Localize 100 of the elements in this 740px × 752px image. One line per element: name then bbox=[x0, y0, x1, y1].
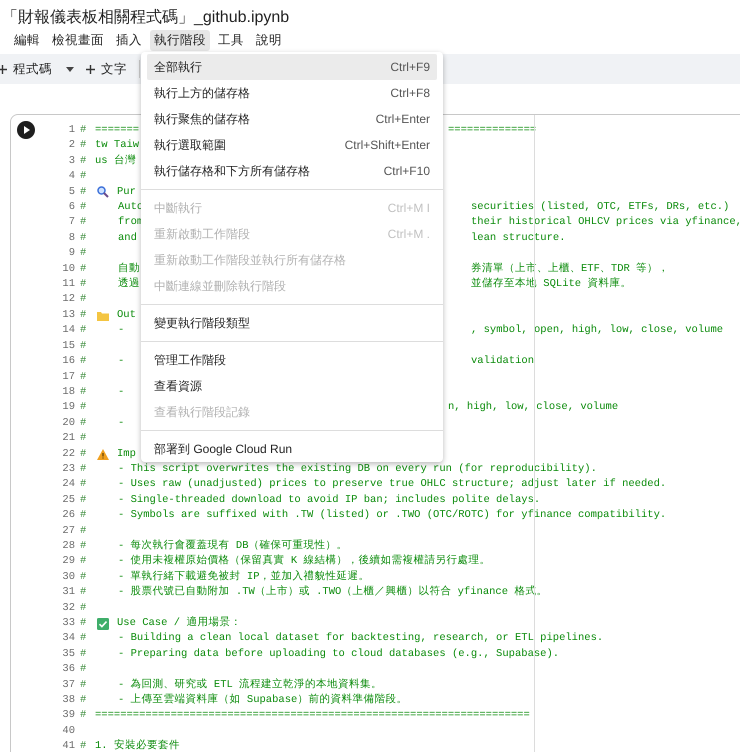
code-comment: - 為回測、研究或 ETL 流程建立乾淨的本地資料集。 bbox=[118, 678, 382, 693]
code-comment: - 單執行緒下載避免被封 IP，並加入禮貌性延遲。 bbox=[118, 570, 370, 585]
code-comment: - 每次執行會覆蓋現有 DB（確保可重現性）。 bbox=[118, 538, 348, 554]
shortcut-label: Ctrl+M . bbox=[388, 227, 430, 241]
line-number: 16 bbox=[61, 354, 75, 370]
code-comment: - bbox=[118, 354, 124, 370]
line-number: 1 bbox=[68, 123, 75, 138]
line-number: 39 bbox=[61, 708, 75, 724]
line-number: 10 bbox=[61, 262, 75, 277]
menu-item[interactable]: 查看資源 bbox=[147, 373, 437, 399]
code-comment: n, high, low, close, volume bbox=[448, 400, 618, 416]
menu-bar-item[interactable]: 工具 bbox=[214, 30, 248, 50]
line-number: 25 bbox=[61, 492, 75, 508]
run-button[interactable] bbox=[17, 121, 35, 139]
line-number: 18 bbox=[61, 384, 75, 400]
code-comment: and bbox=[118, 230, 137, 246]
caret-icon[interactable] bbox=[66, 66, 74, 72]
code-comment: - Symbols are suffixed with .TW (listed) or .TWO (OTC/ROTC) for yfinance compatibility. bbox=[118, 508, 666, 524]
comment-mark: # bbox=[80, 278, 86, 290]
code-comment: - bbox=[118, 416, 124, 431]
shortcut-label: Ctrl+F10 bbox=[384, 164, 430, 178]
menu-item[interactable]: 部署到 Google Cloud Run bbox=[147, 436, 437, 462]
comment-mark: # bbox=[80, 308, 86, 321]
menu-item-label: 執行上方的儲存格 bbox=[154, 84, 250, 102]
comment-mark: # bbox=[80, 355, 86, 368]
menu-item-label: 重新啟動工作階段並執行所有儲存格 bbox=[154, 252, 346, 268]
code-comment: Use Case / 適用場景： bbox=[117, 616, 242, 631]
plus-icon bbox=[0, 64, 7, 74]
line-number: 15 bbox=[61, 338, 75, 354]
check-box-icon bbox=[97, 618, 109, 630]
comment-mark: # bbox=[80, 324, 86, 336]
menu-item-label: 變更執行階段類型 bbox=[154, 314, 250, 332]
menu-item-label: 部署到 Google Cloud Run bbox=[154, 440, 292, 458]
comment-mark: # bbox=[80, 401, 86, 414]
code-comment: ======= bbox=[95, 123, 140, 138]
code-comment: validation bbox=[471, 354, 534, 370]
code-comment: securities (listed, OTC, ETFs, DRs, etc.) bbox=[471, 200, 730, 216]
menu-bar-item[interactable]: 執行階段 bbox=[150, 30, 210, 50]
line-number: 24 bbox=[61, 477, 75, 492]
line-number: 26 bbox=[61, 508, 75, 524]
code-comment: - Single-threaded download to avoid IP ban; includes polite delays. bbox=[118, 492, 540, 508]
menu-item-label: 重新啟動工作階段 bbox=[154, 226, 250, 242]
code-comment: ============== bbox=[448, 123, 536, 138]
code-comment: their historical OHLCV prices via yfinance, bbox=[471, 215, 740, 230]
comment-mark: # bbox=[80, 232, 86, 244]
line-number: 38 bbox=[61, 693, 75, 708]
comment-mark: # bbox=[80, 494, 86, 506]
magnifier-icon bbox=[97, 186, 109, 198]
add-text-button[interactable]: 文字 bbox=[86, 58, 131, 80]
line-number: 7 bbox=[68, 215, 75, 230]
comment-mark: # bbox=[80, 540, 86, 552]
plus-icon bbox=[86, 64, 95, 74]
menu-item[interactable]: 全部執行 Ctrl+F9 bbox=[147, 54, 437, 80]
menu-item[interactable]: 執行上方的儲存格 Ctrl+F8 bbox=[147, 80, 437, 106]
code-comment: - Building a clean local dataset for backtesting, research, or ETL pipelines. bbox=[118, 631, 604, 646]
code-comment: us 台灣 bbox=[95, 154, 136, 169]
notebook-title[interactable]: 「財報儀表板相關程式碼」_github.ipynb bbox=[0, 0, 290, 29]
comment-mark: # bbox=[80, 709, 86, 722]
code-comment: Pur bbox=[117, 184, 136, 200]
line-number: 9 bbox=[68, 246, 75, 262]
menu-item-label: 全部執行 bbox=[154, 58, 202, 76]
comment-mark: # bbox=[80, 170, 86, 182]
menu-item[interactable]: 執行儲存格和下方所有儲存格 Ctrl+F10 bbox=[147, 158, 437, 184]
line-number: 31 bbox=[61, 585, 75, 600]
comment-mark: # bbox=[80, 478, 86, 490]
comment-mark: # bbox=[80, 648, 86, 660]
menu-item-label: 中斷執行 bbox=[154, 200, 202, 216]
add-code-button[interactable]: 程式碼 bbox=[0, 58, 56, 80]
menu-item-label: 執行聚焦的儲存格 bbox=[154, 110, 250, 128]
code-comment: - 使用未複權原始價格（保留真實 K 線結構），後續如需複權請另行處理。 bbox=[118, 554, 491, 570]
comment-mark: # bbox=[80, 555, 86, 568]
menu-bar-item[interactable]: 插入 bbox=[112, 30, 146, 50]
code-comment: - This script overwrites the existing DB on every run (for reproducibility). bbox=[118, 462, 597, 477]
menu-item[interactable]: 管理工作階段 bbox=[147, 347, 437, 373]
code-comment: 1. 安裝必要套件 bbox=[95, 739, 180, 752]
comment-mark: # bbox=[80, 694, 86, 706]
folder-icon bbox=[97, 310, 109, 322]
code-comment: 自動 bbox=[118, 262, 140, 277]
comment-mark: # bbox=[80, 186, 86, 198]
comment-mark: # bbox=[80, 663, 86, 676]
line-number: 3 bbox=[68, 154, 75, 169]
comment-mark: # bbox=[80, 154, 86, 167]
code-comment: - bbox=[118, 384, 124, 400]
menu-item[interactable]: 執行聚焦的儲存格 Ctrl+Enter bbox=[147, 106, 437, 132]
menu-item[interactable]: 變更執行階段類型 bbox=[147, 310, 437, 336]
code-comment: tw Taiw bbox=[95, 138, 140, 154]
comment-mark: # bbox=[80, 201, 86, 214]
comment-mark: # bbox=[80, 139, 86, 152]
menu-bar-item[interactable]: 編輯 bbox=[10, 30, 44, 50]
menu-bar-item[interactable]: 檢視畫面 bbox=[48, 30, 108, 50]
menu-item[interactable]: 執行選取範圍 Ctrl+Shift+Enter bbox=[147, 132, 437, 158]
comment-mark: # bbox=[80, 509, 86, 522]
shortcut-label: Ctrl+F8 bbox=[390, 86, 430, 100]
line-number: 34 bbox=[61, 631, 75, 646]
code-comment: Out bbox=[117, 308, 136, 323]
comment-mark: # bbox=[80, 617, 86, 629]
menu-bar-item[interactable]: 說明 bbox=[252, 30, 286, 50]
line-number: 27 bbox=[61, 524, 75, 539]
line-number: 8 bbox=[68, 230, 75, 246]
line-number: 20 bbox=[61, 416, 75, 431]
